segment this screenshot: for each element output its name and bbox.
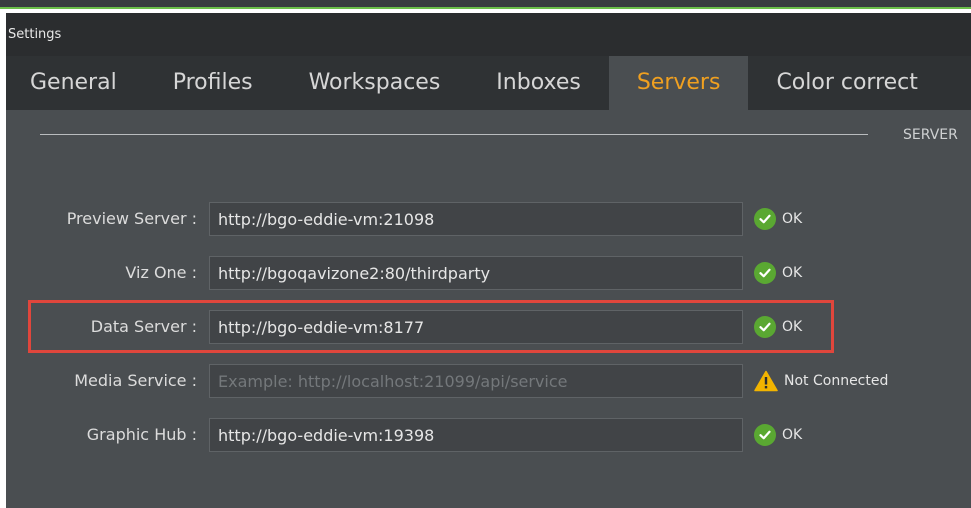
media-service-status: Not Connected	[754, 364, 888, 398]
check-circle-icon	[754, 208, 776, 230]
data-server-status-text: OK	[782, 319, 803, 335]
tab-inboxes[interactable]: Inboxes	[468, 56, 609, 110]
check-circle-icon	[754, 424, 776, 446]
window-title: Settings	[6, 13, 971, 56]
server-row-viz-one: Viz One : OK	[6, 256, 971, 290]
top-accent-bar	[0, 0, 971, 9]
viz-one-status-text: OK	[782, 265, 803, 281]
graphic-hub-label: Graphic Hub :	[86, 425, 197, 444]
server-row-data-server: Data Server : OK	[6, 310, 971, 344]
section-label: SERVER	[903, 127, 958, 143]
section-divider	[40, 134, 868, 135]
server-row-preview: Preview Server : OK	[6, 202, 971, 236]
graphic-hub-status-text: OK	[782, 427, 803, 443]
tab-color-correct[interactable]: Color correct	[748, 56, 945, 110]
data-server-label: Data Server :	[90, 317, 197, 336]
warning-icon	[754, 370, 778, 392]
screenshot-frame: Settings General Profiles Workspaces Inb…	[0, 0, 971, 508]
preview-server-label: Preview Server :	[66, 209, 197, 228]
data-server-status: OK	[754, 310, 802, 344]
server-row-graphic-hub: Graphic Hub : OK	[6, 418, 971, 452]
graphic-hub-input[interactable]	[209, 418, 743, 452]
preview-server-status: OK	[754, 202, 802, 236]
viz-one-status: OK	[754, 256, 802, 290]
viz-one-input[interactable]	[209, 256, 743, 290]
tab-general[interactable]: General	[6, 56, 145, 110]
server-row-media-service: Media Service : Not Connected	[6, 364, 971, 398]
media-service-input[interactable]	[209, 364, 743, 398]
preview-server-status-text: OK	[782, 211, 803, 227]
tab-workspaces[interactable]: Workspaces	[281, 56, 469, 110]
data-server-input[interactable]	[209, 310, 743, 344]
graphic-hub-status: OK	[754, 418, 802, 452]
tab-servers[interactable]: Servers	[608, 56, 749, 110]
tab-profiles[interactable]: Profiles	[145, 56, 281, 110]
check-circle-icon	[754, 262, 776, 284]
settings-window: Settings General Profiles Workspaces Inb…	[6, 13, 971, 508]
viz-one-label: Viz One :	[125, 263, 197, 282]
media-service-label: Media Service :	[74, 371, 197, 390]
check-circle-icon	[754, 316, 776, 338]
tab-bar: General Profiles Workspaces Inboxes Serv…	[6, 56, 971, 110]
preview-server-input[interactable]	[209, 202, 743, 236]
media-service-status-text: Not Connected	[784, 373, 889, 389]
